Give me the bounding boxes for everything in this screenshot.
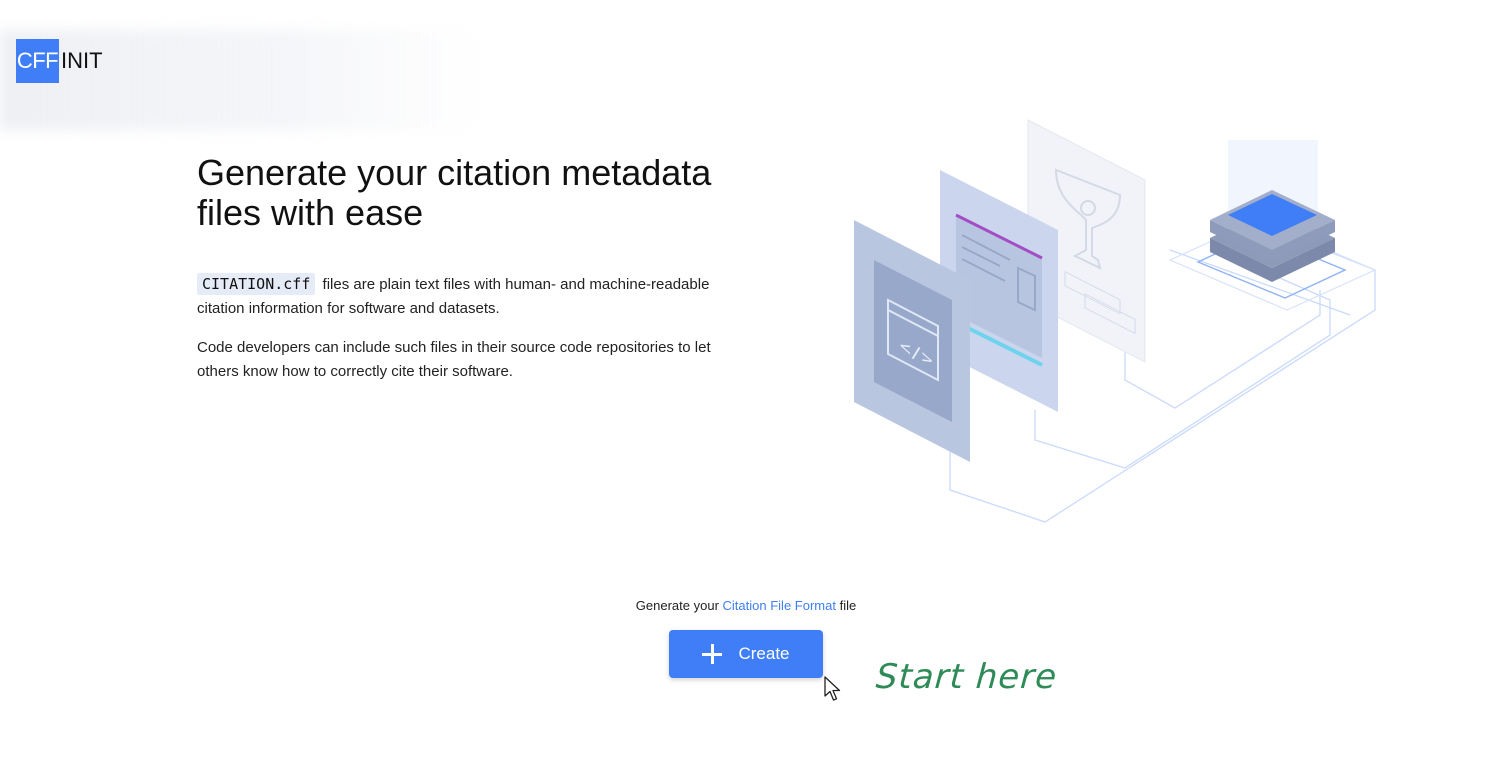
page-title: Generate your citation metadata files wi… [197,152,712,233]
app-logo[interactable]: CFF INIT [16,39,103,83]
create-button-label: Create [738,644,790,663]
layer-stack [1168,140,1377,311]
cta-prefix: Generate your [635,598,719,613]
developer-paragraph: Code developers can include such files i… [197,339,711,380]
plus-icon [702,644,723,664]
logo-text: INIT [61,48,103,73]
citation-filename-code: CITATION.cff [197,273,316,295]
cta-suffix: file [839,598,857,613]
start-here-annotation: Start here [874,657,1059,697]
hero-illustration: </> [854,119,1377,523]
citation-file-format-link[interactable]: Citation File Format [723,598,836,613]
mouse-pointer-icon [824,676,841,701]
logo-mark: CFF [16,39,59,83]
cta-sentence: Generate your Citation File Format file [0,598,1492,613]
intro-paragraph: CITATION.cff files are plain text files … [197,272,722,321]
create-button[interactable]: Create [669,630,823,678]
